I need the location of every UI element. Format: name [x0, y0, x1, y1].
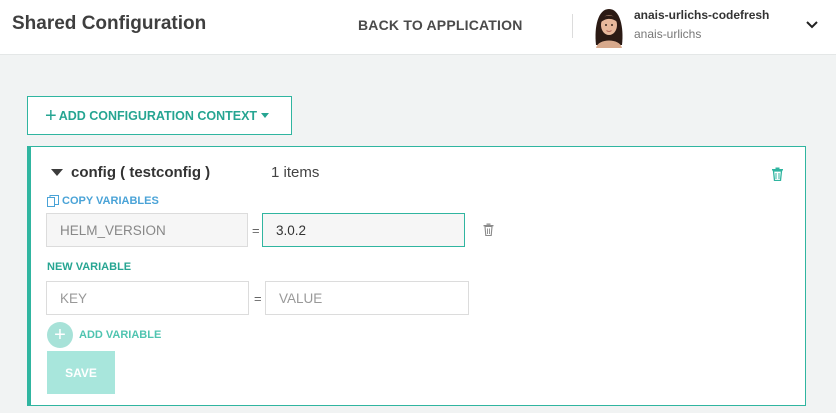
back-to-application-link[interactable]: BACK TO APPLICATION — [358, 17, 523, 33]
add-configuration-context-button[interactable]: + ADD CONFIGURATION CONTEXT — [27, 96, 292, 135]
new-variable-value-input[interactable] — [265, 281, 469, 315]
equals-sign: = — [254, 291, 262, 306]
header-divider — [572, 14, 573, 38]
context-item-count: 1 items — [271, 164, 320, 181]
add-configuration-context-label: ADD CONFIGURATION CONTEXT — [58, 108, 258, 123]
trash-icon[interactable] — [483, 223, 494, 236]
configuration-context-panel: config ( testconfig ) 1 items COPY VARIA… — [27, 146, 806, 406]
trash-icon[interactable] — [771, 167, 784, 181]
copy-variables-label: COPY VARIABLES — [62, 195, 159, 207]
caret-down-icon — [261, 113, 270, 118]
user-login: anais-urlichs — [634, 27, 702, 41]
variable-key-field: HELM_VERSION — [46, 213, 248, 247]
chevron-down-icon[interactable] — [805, 20, 819, 30]
copy-icon — [47, 195, 59, 207]
add-variable-label: ADD VARIABLE — [79, 329, 162, 341]
top-bar: Shared Configuration BACK TO APPLICATION… — [0, 0, 836, 55]
page-title: Shared Configuration — [12, 13, 207, 34]
triangle-down-icon[interactable] — [51, 169, 63, 176]
copy-variables-button[interactable]: COPY VARIABLES — [47, 195, 159, 207]
add-variable-button[interactable]: + ADD VARIABLE — [47, 322, 161, 348]
save-button[interactable]: SAVE — [47, 351, 115, 394]
variable-value-field[interactable]: 3.0.2 — [262, 213, 465, 247]
plus-icon: + — [45, 104, 57, 127]
user-display-name: anais-urlichs-codefresh — [634, 8, 770, 22]
new-variable-key-input[interactable] — [46, 281, 249, 315]
new-variable-label: NEW VARIABLE — [47, 261, 132, 273]
equals-sign: = — [252, 223, 260, 238]
context-title: config ( testconfig ) — [71, 164, 211, 181]
plus-circle-icon: + — [47, 322, 73, 348]
avatar[interactable] — [590, 5, 628, 48]
